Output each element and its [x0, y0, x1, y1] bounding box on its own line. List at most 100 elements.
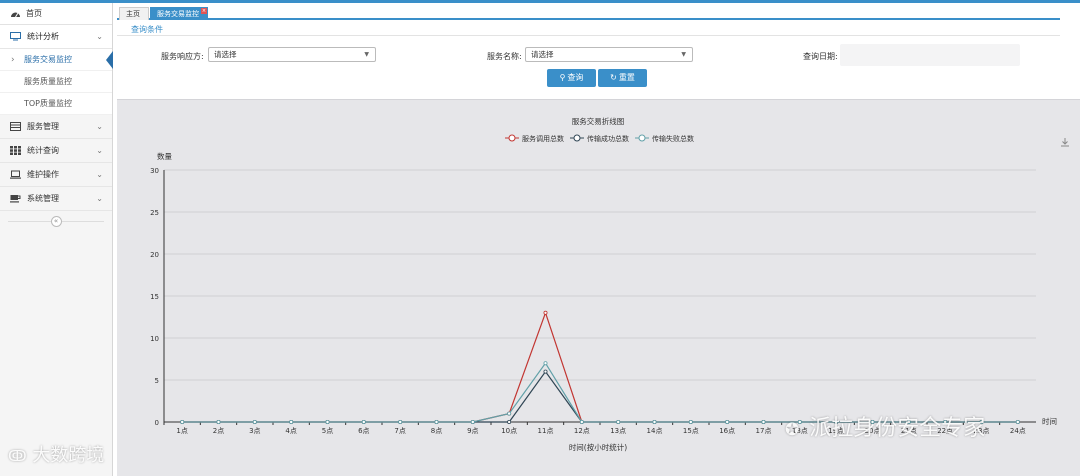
search-button[interactable]: ⚲ 查询 — [547, 69, 596, 87]
sidebar-group-stats[interactable]: 统计分析 ⌄ — [0, 25, 112, 49]
y-tick-label: 10 — [150, 335, 159, 343]
y-tick-label: 25 — [150, 209, 159, 217]
y-tick-label: 5 — [155, 377, 159, 385]
data-point — [289, 419, 294, 424]
data-point — [579, 419, 584, 424]
search-icon: ⚲ — [559, 73, 566, 82]
x-tick-label: 4点 — [285, 427, 296, 435]
sidebar-group-service-mgmt[interactable]: 服务管理 ⌄ — [0, 115, 112, 139]
x-axis-label: 时间(按小时统计) — [569, 442, 627, 452]
sidebar-group-stat-query[interactable]: 统计查询 ⌄ — [0, 139, 112, 163]
dropdown-caret-icon: ▼ — [681, 51, 686, 58]
legend-item: 传输成功总数 — [570, 134, 629, 143]
data-point — [1015, 419, 1020, 424]
data-point — [616, 419, 621, 424]
query-date-label: 查询日期: — [803, 52, 838, 61]
watermark-left-text: 大数跨境 — [32, 445, 105, 466]
legend-label: 传输失败总数 — [652, 134, 694, 143]
sidebar-item-transaction-monitor[interactable]: 服务交易监控 — [0, 49, 113, 71]
reset-button[interactable]: ↻ 重置 — [598, 69, 647, 87]
responder-select[interactable]: 请选择 ▼ — [208, 47, 376, 62]
x-tick-label: 5点 — [322, 427, 333, 435]
top-accent-bar — [0, 0, 1080, 3]
data-point — [361, 419, 366, 424]
x-axis-name: 时间 — [1042, 416, 1057, 426]
responder-select-value: 请选择 — [214, 50, 237, 59]
close-icon[interactable]: × — [201, 8, 207, 14]
sidebar-item-top-quality-monitor[interactable]: TOP质量监控 — [0, 93, 112, 115]
data-point — [434, 419, 439, 424]
x-tick-label: 3点 — [249, 427, 260, 435]
data-point — [180, 419, 185, 424]
data-point — [507, 411, 512, 416]
reset-button-label: 重置 — [618, 73, 635, 82]
legend-item: 传输失败总数 — [635, 134, 694, 143]
y-axis-ticks: 0 5 10 15 20 25 30 — [150, 167, 159, 427]
x-tick-label: 2点 — [213, 427, 224, 435]
watermark-right-text: 派拉身份安全专家 — [809, 416, 986, 441]
x-tick-label: 17点 — [756, 427, 772, 435]
y-tick-label: 15 — [150, 293, 159, 301]
sidebar-submenu: 服务交易监控 服务质量监控 TOP质量监控 — [0, 49, 113, 115]
data-point — [470, 419, 475, 424]
chart-legend: 服务调用总数 传输成功总数 传输失败总数 — [505, 134, 694, 143]
service-name-select[interactable]: 请选择 ▼ — [525, 47, 693, 62]
tab-home[interactable]: 主页 — [119, 7, 149, 20]
query-date-field[interactable] — [840, 44, 1020, 66]
download-icon[interactable] — [1061, 138, 1069, 147]
sidebar-group-label: 服务管理 — [27, 122, 59, 131]
data-point — [725, 419, 730, 424]
legend-item: 服务调用总数 — [505, 134, 564, 143]
watermark-right: ✪ 派拉身份安全专家 — [785, 410, 985, 442]
tab-transaction-monitor[interactable]: 服务交易监控 × — [150, 7, 208, 20]
divider — [117, 35, 1060, 36]
service-name-select-value: 请选择 — [531, 50, 554, 59]
sidebar-group-maintenance[interactable]: 维护操作 ⌄ — [0, 163, 112, 187]
chevron-down-icon: ⌄ — [96, 170, 103, 179]
legend-marker — [638, 134, 646, 142]
sidebar: 首页 统计分析 ⌄ 服务交易监控 服务质量监控 TOP质量监控 服务管理 ⌄ 统… — [0, 3, 113, 476]
legend-marker — [573, 134, 581, 142]
data-point — [543, 361, 548, 366]
laptop-icon — [10, 170, 21, 179]
data-point — [688, 419, 693, 424]
y-tick-label: 20 — [150, 251, 159, 259]
sidebar-collapse-row: « — [0, 211, 112, 231]
data-point — [543, 369, 548, 374]
data-point — [216, 419, 221, 424]
wechat-icon: ✪ — [785, 420, 800, 440]
chevron-down-icon: ⌄ — [96, 122, 103, 131]
tab-bar: 主页 服务交易监控 × — [117, 5, 1060, 20]
refresh-icon: ↻ — [610, 73, 617, 82]
data-point — [761, 419, 766, 424]
legend-label: 服务调用总数 — [522, 134, 564, 143]
grid-icon — [10, 146, 21, 155]
chart-series — [180, 310, 1020, 424]
chart-title: 服务交易折线图 — [572, 116, 625, 126]
data-point — [507, 419, 512, 424]
x-tick-label: 10点 — [501, 427, 517, 435]
legend-marker — [508, 134, 516, 142]
data-point — [398, 419, 403, 424]
y-tick-label: 0 — [155, 419, 159, 427]
watermark-logo-icon: ↂ — [8, 447, 27, 465]
series-line — [182, 310, 1018, 423]
x-tick-label: 9点 — [467, 427, 478, 435]
service-name-label: 服务名称: — [487, 52, 522, 61]
data-point — [652, 419, 657, 424]
sidebar-group-label: 维护操作 — [27, 170, 59, 179]
y-axis-label: 数量 — [157, 151, 172, 161]
sidebar-group-system-mgmt[interactable]: 系统管理 ⌄ — [0, 187, 112, 211]
sidebar-item-quality-monitor[interactable]: 服务质量监控 — [0, 71, 112, 93]
tab-label: 服务交易监控 — [157, 10, 199, 18]
data-point — [543, 310, 548, 315]
sidebar-item-home[interactable]: 首页 — [0, 3, 112, 25]
x-tick-label: 12点 — [574, 427, 590, 435]
monitor-icon — [10, 32, 21, 41]
chevron-down-icon: ⌄ — [96, 32, 103, 41]
search-button-label: 查询 — [567, 73, 584, 82]
x-tick-label: 1点 — [176, 427, 187, 435]
sidebar-collapse-button[interactable]: « — [50, 215, 62, 227]
legend-label: 传输成功总数 — [587, 134, 629, 143]
x-tick-label: 13点 — [610, 427, 626, 435]
